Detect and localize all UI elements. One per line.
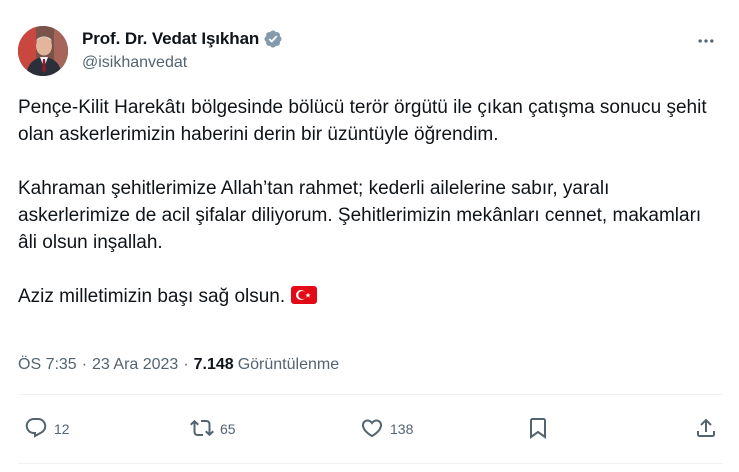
reply-count: 12: [54, 421, 70, 437]
reply-icon: [24, 416, 48, 443]
verified-badge-icon[interactable]: [263, 29, 283, 49]
author-handle[interactable]: @isikhanvedat: [82, 54, 283, 72]
tweet-time[interactable]: ÖS 7:35: [18, 356, 77, 374]
author-block: Prof. Dr. Vedat Işıkhan @isikhanvedat: [82, 28, 283, 72]
tweet-paragraph-text: Aziz milletimizin başı sağ olsun.: [18, 286, 286, 307]
tweet-meta: ÖS 7:35 · 23 Ara 2023 · 7.148 Görüntülen…: [18, 356, 339, 374]
retweet-button[interactable]: 65: [190, 404, 236, 454]
retweet-icon: [190, 416, 214, 443]
reply-button[interactable]: 12: [24, 404, 70, 454]
divider: [18, 394, 723, 395]
author-display-name[interactable]: Prof. Dr. Vedat Işıkhan: [82, 29, 259, 49]
like-button[interactable]: 138: [360, 404, 413, 454]
heart-icon: [360, 416, 384, 443]
retweet-count: 65: [220, 421, 236, 437]
name-row: Prof. Dr. Vedat Işıkhan: [82, 28, 283, 50]
meta-separator: ·: [183, 356, 189, 373]
like-count: 138: [390, 421, 414, 437]
share-button[interactable]: [694, 404, 718, 454]
bookmark-icon: [526, 416, 550, 443]
divider: [18, 463, 723, 464]
tweet-paragraph: Aziz milletimizin başı sağ olsun.: [18, 283, 723, 310]
action-bar: 12 65 138: [18, 404, 723, 454]
avatar[interactable]: [18, 26, 68, 76]
share-icon: [694, 416, 718, 443]
meta-separator: ·: [81, 356, 88, 373]
tweet-date[interactable]: 23 Ara 2023: [92, 356, 178, 374]
more-horizontal-icon[interactable]: [689, 28, 723, 54]
tweet-text: Pençe-Kilit Harekâtı bölgesinde bölücü t…: [18, 94, 723, 310]
tweet-paragraph: Pençe-Kilit Harekâtı bölgesinde bölücü t…: [18, 97, 707, 145]
views-label: Görüntülenme: [237, 356, 340, 373]
tweet-paragraph: Kahraman şehitlerimize Allah’tan rahmet;…: [18, 178, 702, 253]
bookmark-button[interactable]: [526, 404, 550, 454]
tweet-header: Prof. Dr. Vedat Işıkhan @isikhanvedat: [18, 26, 723, 78]
turkey-flag-icon: [291, 285, 318, 304]
views-count: 7.148: [193, 356, 234, 373]
